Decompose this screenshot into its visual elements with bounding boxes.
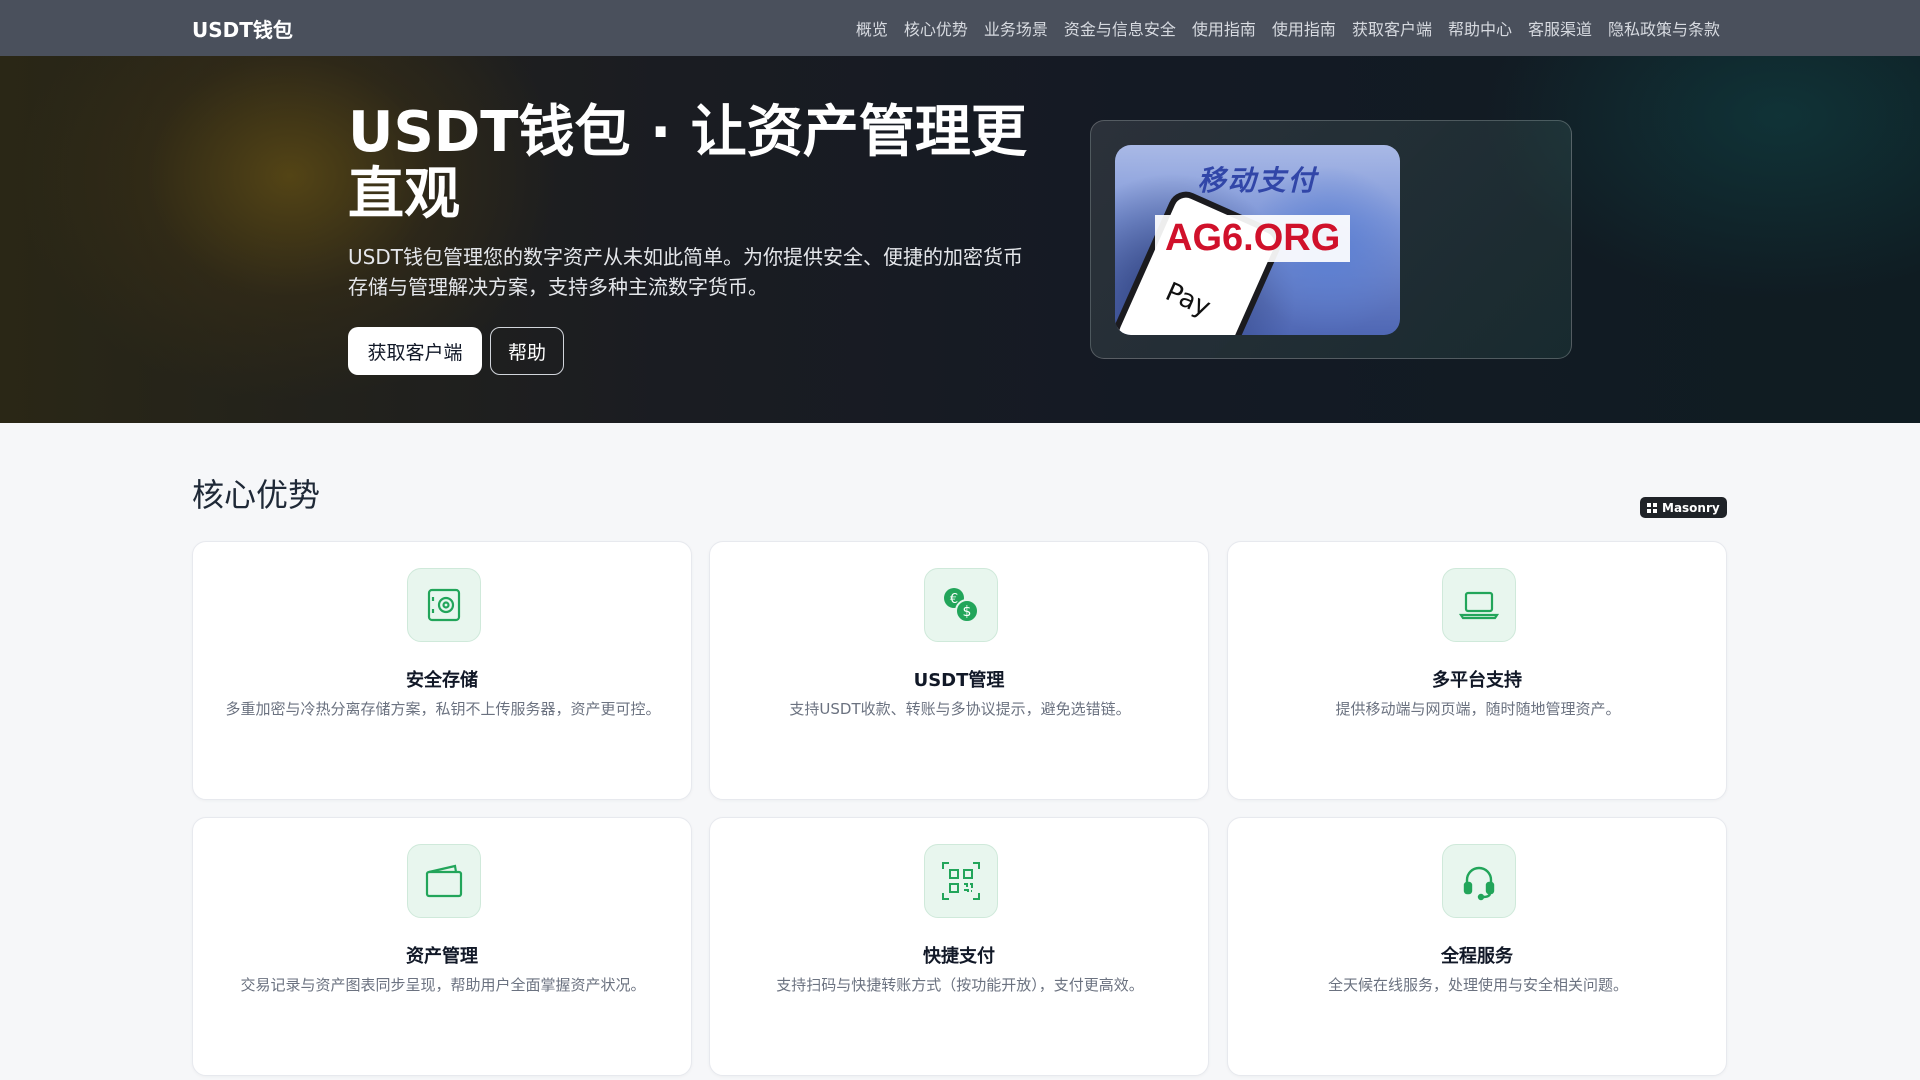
card-title: 资产管理 <box>406 946 478 967</box>
card-description: 多重加密与冷热分离存储方案，私钥不上传服务器，资产更可控。 <box>225 700 661 718</box>
image-caption-text: 移动支付 <box>1197 164 1318 197</box>
nav-link-security[interactable]: 资金与信息安全 <box>1064 16 1176 40</box>
image-watermark: AG6.ORG <box>1155 215 1351 262</box>
nav-link-overview[interactable]: 概览 <box>856 16 888 40</box>
masonry-badge: Masonry <box>1640 497 1727 518</box>
qr-code-icon <box>924 844 998 918</box>
hero-section: USDT钱包 · 让资产管理更直观 USDT钱包管理您的数字资产从未如此简单。为… <box>0 56 1920 423</box>
nav-links: 概览 核心优势 业务场景 资金与信息安全 使用指南 使用指南 获取客户端 帮助中… <box>856 0 1720 56</box>
safe-icon <box>407 568 481 642</box>
grid-icon <box>1647 502 1657 513</box>
feature-card-quick-payment: 快捷支付 支持扫码与快捷转账方式（按功能开放），支付更高效。 <box>709 817 1209 1076</box>
nav-link-business-scenarios[interactable]: 业务场景 <box>984 16 1048 40</box>
card-description: 交易记录与资产图表同步呈现，帮助用户全面掌握资产状况。 <box>240 976 646 994</box>
laptop-icon <box>1442 568 1516 642</box>
hero-description: USDT钱包管理您的数字资产从未如此简单。为你提供安全、便捷的加密货币存储与管理… <box>348 245 1023 299</box>
section-title: 核心优势 <box>192 476 321 514</box>
brand-logo[interactable]: USDT钱包 <box>192 0 293 56</box>
card-description: 全天候在线服务，处理使用与安全相关问题。 <box>1327 976 1628 994</box>
nav-link-support[interactable]: 客服渠道 <box>1528 16 1592 40</box>
card-description: 支持扫码与快捷转账方式（按功能开放），支付更高效。 <box>776 976 1144 994</box>
help-button[interactable]: 帮助 <box>490 327 564 375</box>
wallet-icon <box>407 844 481 918</box>
card-title: 安全存储 <box>406 670 478 691</box>
nav-link-get-client[interactable]: 获取客户端 <box>1352 16 1432 40</box>
mobile-payment-image: 移动支付 Pay AG6.ORG <box>1115 145 1400 335</box>
card-title: 快捷支付 <box>923 946 995 967</box>
get-client-button[interactable]: 获取客户端 <box>348 327 482 375</box>
card-description: 提供移动端与网页端，随时随地管理资产。 <box>1335 700 1621 718</box>
svg-text:$: $ <box>963 604 972 620</box>
feature-card-secure-storage: 安全存储 多重加密与冷热分离存储方案，私钥不上传服务器，资产更可控。 <box>192 541 692 800</box>
card-description: 支持USDT收款、转账与多协议提示，避免选错链。 <box>789 700 1131 718</box>
feature-card-asset-management: 资产管理 交易记录与资产图表同步呈现，帮助用户全面掌握资产状况。 <box>192 817 692 1076</box>
feature-card-usdt-management: € $ USDT管理 支持USDT收款、转账与多协议提示，避免选错链。 <box>709 541 1209 800</box>
hero-title: USDT钱包 · 让资产管理更直观 <box>348 100 1027 227</box>
card-title: 全程服务 <box>1441 946 1513 967</box>
nav-link-core-advantages[interactable]: 核心优势 <box>904 16 968 40</box>
card-title: 多平台支持 <box>1432 670 1522 691</box>
nav-link-user-guide-2[interactable]: 使用指南 <box>1272 16 1336 40</box>
hero-image-card: 移动支付 Pay AG6.ORG <box>1090 120 1572 359</box>
nav-link-help-center[interactable]: 帮助中心 <box>1448 16 1512 40</box>
nav-link-privacy[interactable]: 隐私政策与条款 <box>1608 16 1720 40</box>
headset-icon <box>1442 844 1516 918</box>
masonry-badge-label: Masonry <box>1662 500 1720 515</box>
card-title: USDT管理 <box>913 670 1005 691</box>
currency-exchange-icon: € $ <box>924 568 998 642</box>
feature-card-multi-platform: 多平台支持 提供移动端与网页端，随时随地管理资产。 <box>1227 541 1727 800</box>
top-navbar: USDT钱包 概览 核心优势 业务场景 资金与信息安全 使用指南 使用指南 获取… <box>0 0 1920 56</box>
nav-link-user-guide[interactable]: 使用指南 <box>1192 16 1256 40</box>
feature-card-full-service: 全程服务 全天候在线服务，处理使用与安全相关问题。 <box>1227 817 1727 1076</box>
